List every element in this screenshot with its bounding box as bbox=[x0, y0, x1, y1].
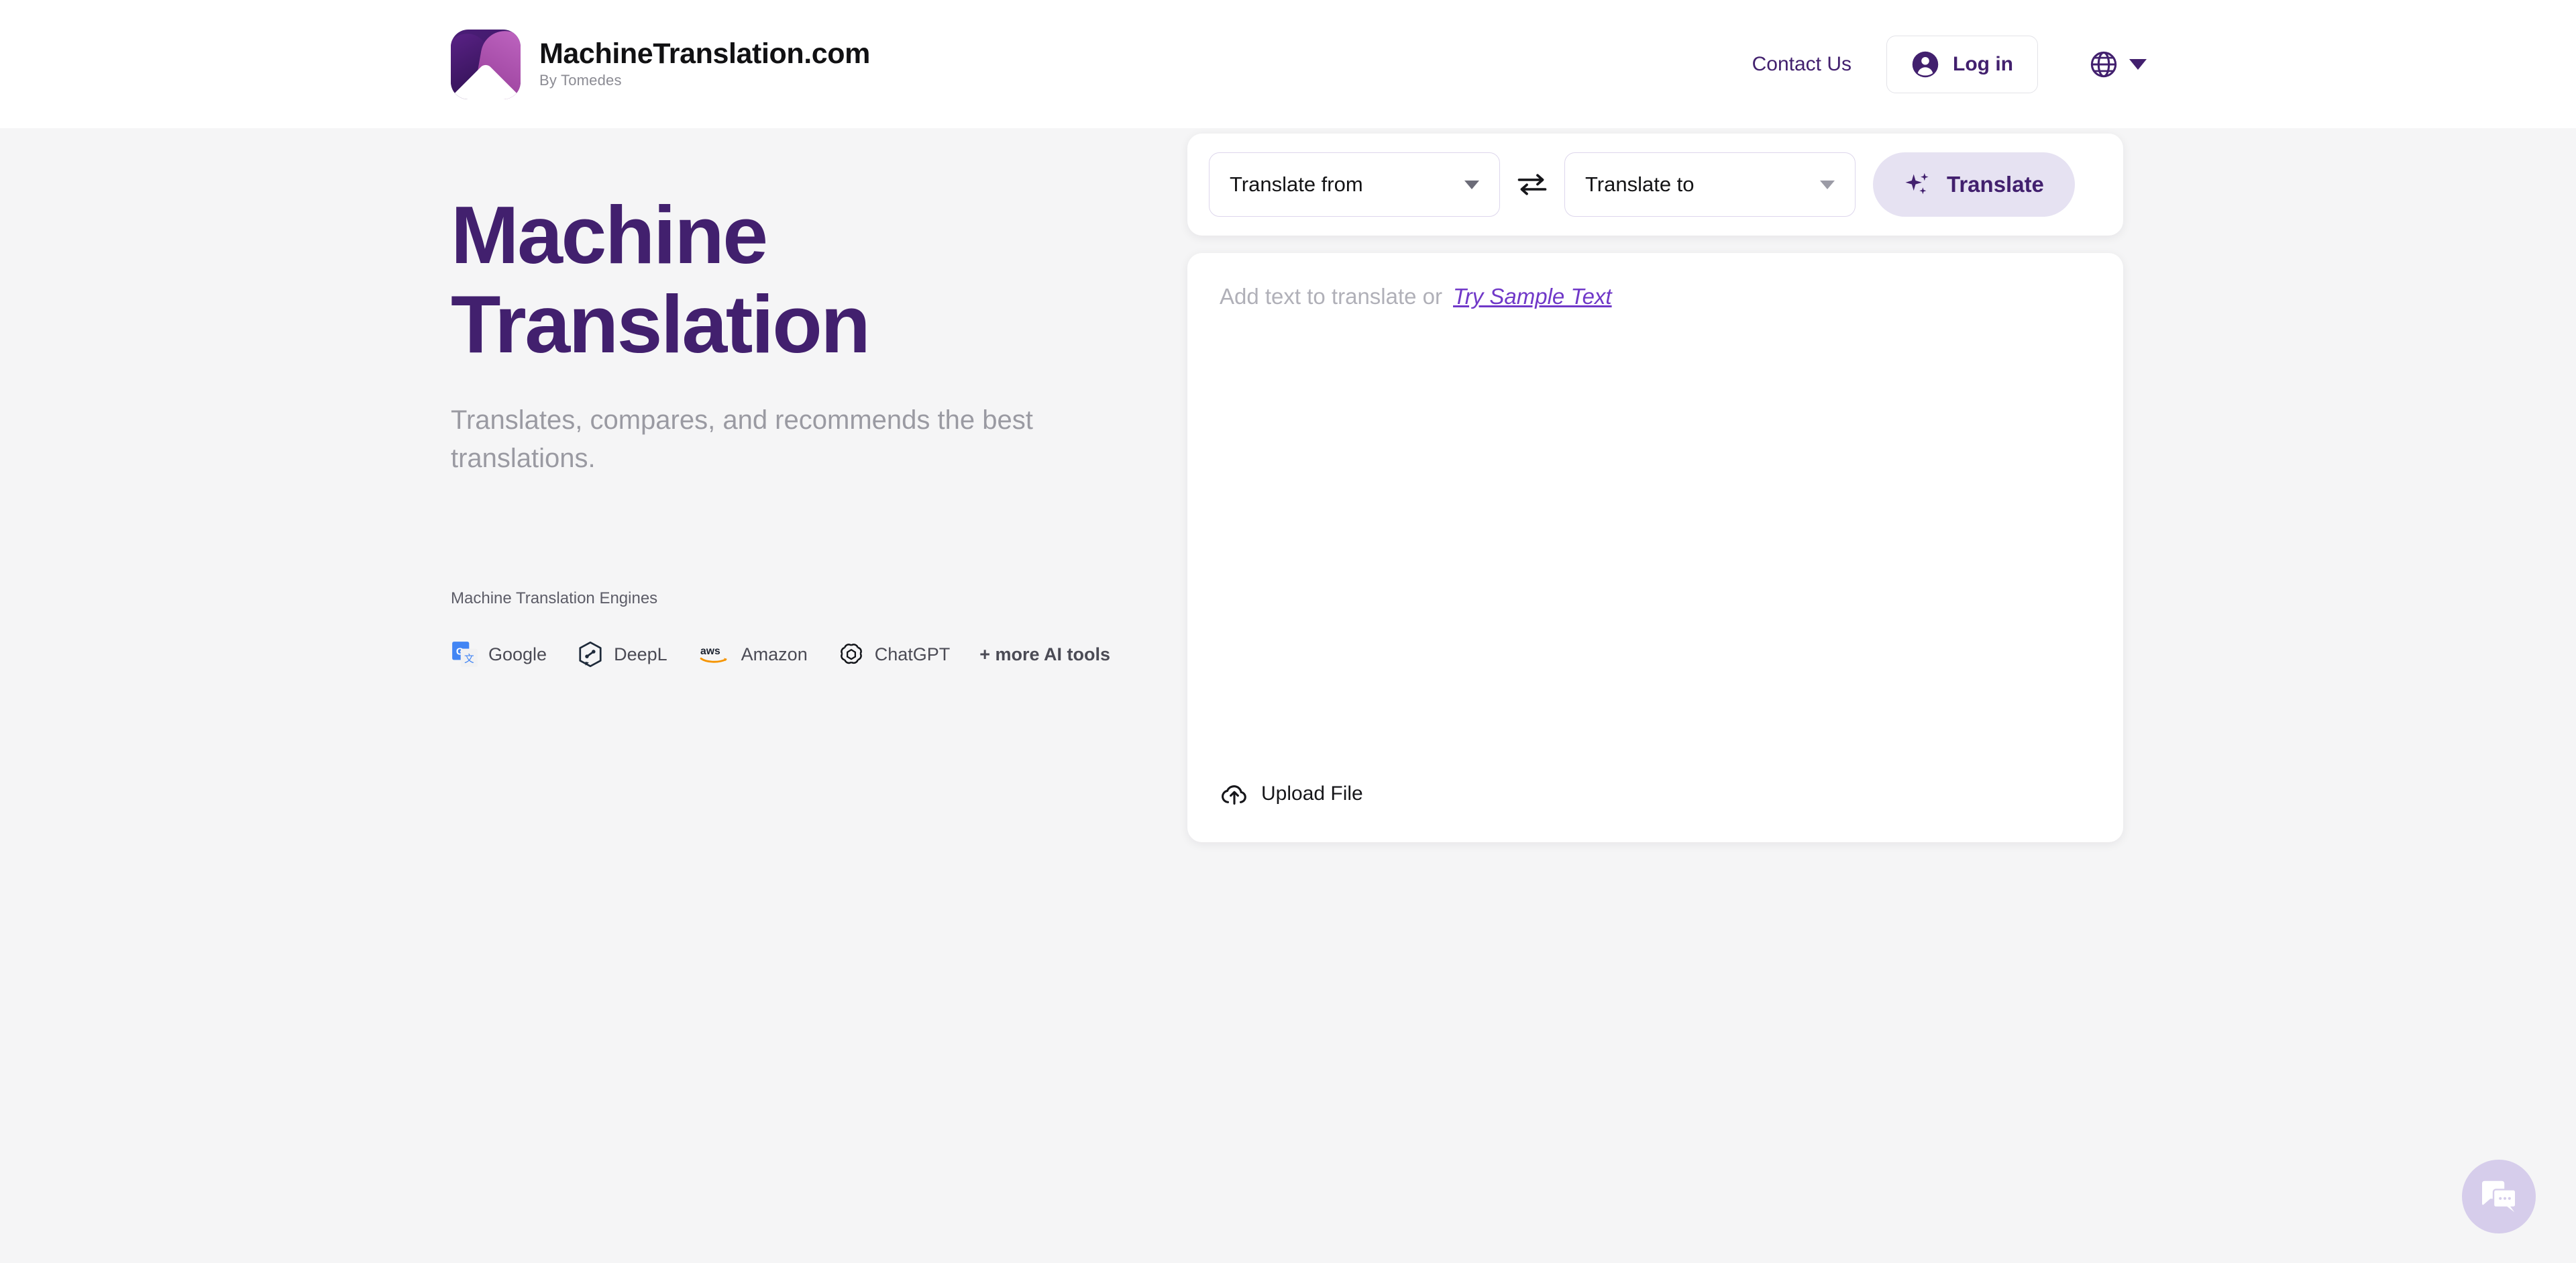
source-text-input[interactable] bbox=[1220, 309, 2091, 782]
svg-text:文: 文 bbox=[464, 654, 474, 665]
engine-name: Google bbox=[488, 644, 547, 664]
user-circle-icon bbox=[1912, 51, 1939, 77]
brand-subtitle: By Tomedes bbox=[539, 72, 622, 89]
translate-button-label: Translate bbox=[1947, 172, 2044, 197]
site-header: MachineTranslation.com By Tomedes Contac… bbox=[0, 0, 2576, 128]
more-ai-tools-link[interactable]: + more AI tools bbox=[979, 644, 1110, 665]
hero-subtitle: Translates, compares, and recommends the… bbox=[451, 405, 1033, 474]
login-button[interactable]: Log in bbox=[1886, 35, 2038, 93]
engines-label: Machine Translation Engines bbox=[451, 589, 658, 608]
engine-chatgpt[interactable]: ChatGPT bbox=[837, 640, 951, 668]
translate-button[interactable]: Translate bbox=[1873, 152, 2075, 217]
source-text-hint: Add text to translate or bbox=[1220, 284, 1443, 309]
engines-list: G 文 Google DeepL aws Amazon ChatGPT + mo… bbox=[451, 640, 1122, 668]
upload-file-button[interactable]: Upload File bbox=[1220, 782, 1363, 806]
engine-amazon[interactable]: aws Amazon bbox=[697, 640, 808, 668]
aws-icon: aws bbox=[700, 646, 727, 663]
brand-logo[interactable]: MachineTranslation.com By Tomedes bbox=[451, 29, 870, 99]
source-text-placeholder: Add text to translate or Try Sample Text bbox=[1220, 284, 2091, 309]
openai-icon bbox=[840, 644, 862, 664]
engine-name: DeepL bbox=[614, 644, 667, 664]
chat-bubbles-icon bbox=[2482, 1180, 2517, 1214]
swap-languages-button[interactable] bbox=[1500, 171, 1564, 198]
target-language-select[interactable]: Translate to bbox=[1564, 152, 1856, 217]
target-language-value: Translate to bbox=[1585, 172, 1695, 196]
machinetranslation-logo-icon bbox=[451, 29, 521, 99]
svg-text:aws: aws bbox=[700, 646, 720, 657]
source-text-panel: Add text to translate or Try Sample Text… bbox=[1187, 253, 2123, 842]
try-sample-text-link[interactable]: Try Sample Text bbox=[1453, 284, 1612, 309]
hero-section: Machine Translation Translates, compares,… bbox=[451, 191, 1122, 668]
language-switcher[interactable] bbox=[2089, 50, 2147, 79]
translator-toolbar: Translate from Translate to Translate bbox=[1187, 134, 2123, 236]
chat-widget-button[interactable] bbox=[2462, 1160, 2536, 1233]
globe-icon bbox=[2090, 51, 2117, 77]
deepl-icon bbox=[579, 642, 602, 668]
hero-title-line2: Translation bbox=[451, 278, 871, 370]
swap-arrows-icon bbox=[1517, 174, 1547, 195]
engine-name: Amazon bbox=[741, 644, 808, 664]
login-button-label: Log in bbox=[1953, 52, 2013, 75]
cloud-upload-icon bbox=[1222, 785, 1246, 805]
source-language-select[interactable]: Translate from bbox=[1209, 152, 1500, 217]
chevron-down-icon bbox=[1820, 180, 1835, 189]
engine-name: ChatGPT bbox=[874, 644, 951, 664]
hero-title-line1: Machine bbox=[451, 189, 768, 281]
contact-us-link[interactable]: Contact Us bbox=[1752, 53, 1851, 76]
engine-deepl[interactable]: DeepL bbox=[576, 640, 667, 668]
brand-title: MachineTranslation.com bbox=[539, 37, 870, 70]
upload-file-label: Upload File bbox=[1261, 782, 1363, 805]
source-language-value: Translate from bbox=[1230, 172, 1363, 196]
google-translate-icon: G 文 bbox=[452, 642, 478, 668]
chevron-down-icon bbox=[1464, 180, 1479, 189]
engine-google[interactable]: G 文 Google bbox=[451, 640, 547, 668]
page-title: Machine Translation bbox=[451, 191, 1122, 369]
chevron-down-icon bbox=[2129, 58, 2147, 70]
sparkle-icon bbox=[1905, 172, 1929, 195]
